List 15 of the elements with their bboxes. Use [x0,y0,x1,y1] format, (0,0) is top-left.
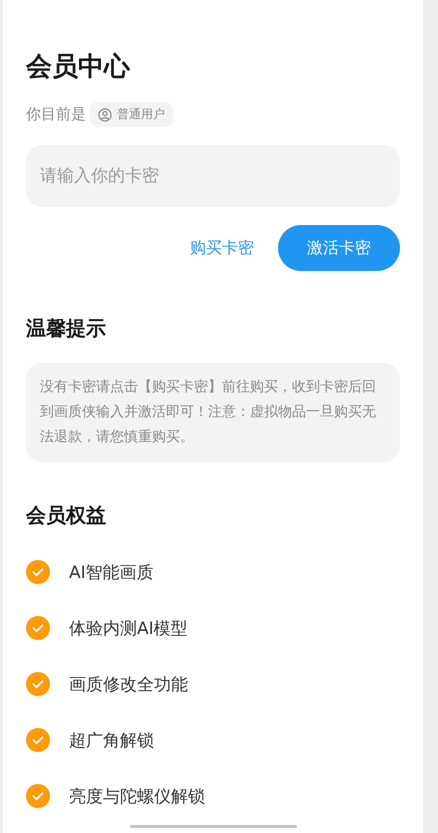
benefit-label: 亮度与陀螺仪解锁 [69,786,205,808]
benefit-label: AI智能画质 [69,562,154,584]
page-title: 会员中心 [26,51,132,84]
buy-card-link[interactable]: 购买卡密 [190,238,254,258]
benefit-label: 画质修改全功能 [69,674,188,696]
tip-text: 没有卡密请点击【购买卡密】前往购买，收到卡密后回到画质侠输入并激活即可！注意：虚拟物品一旦购买无法退款，请您慎重购买。 [26,363,400,462]
card-key-field[interactable]: 请输入你的卡密 [26,145,400,207]
user-icon [98,108,112,122]
activate-button[interactable]: 激活卡密 [278,225,400,271]
section-title: 会员权益 [26,502,107,529]
section-title: 温馨提示 [26,315,107,342]
benefit-label: 体验内测AI模型 [69,618,188,640]
user-level-text: 普通用户 [117,106,165,123]
status-label: 你目前是 [26,105,86,124]
benefit-label: 超广角解锁 [69,730,154,752]
